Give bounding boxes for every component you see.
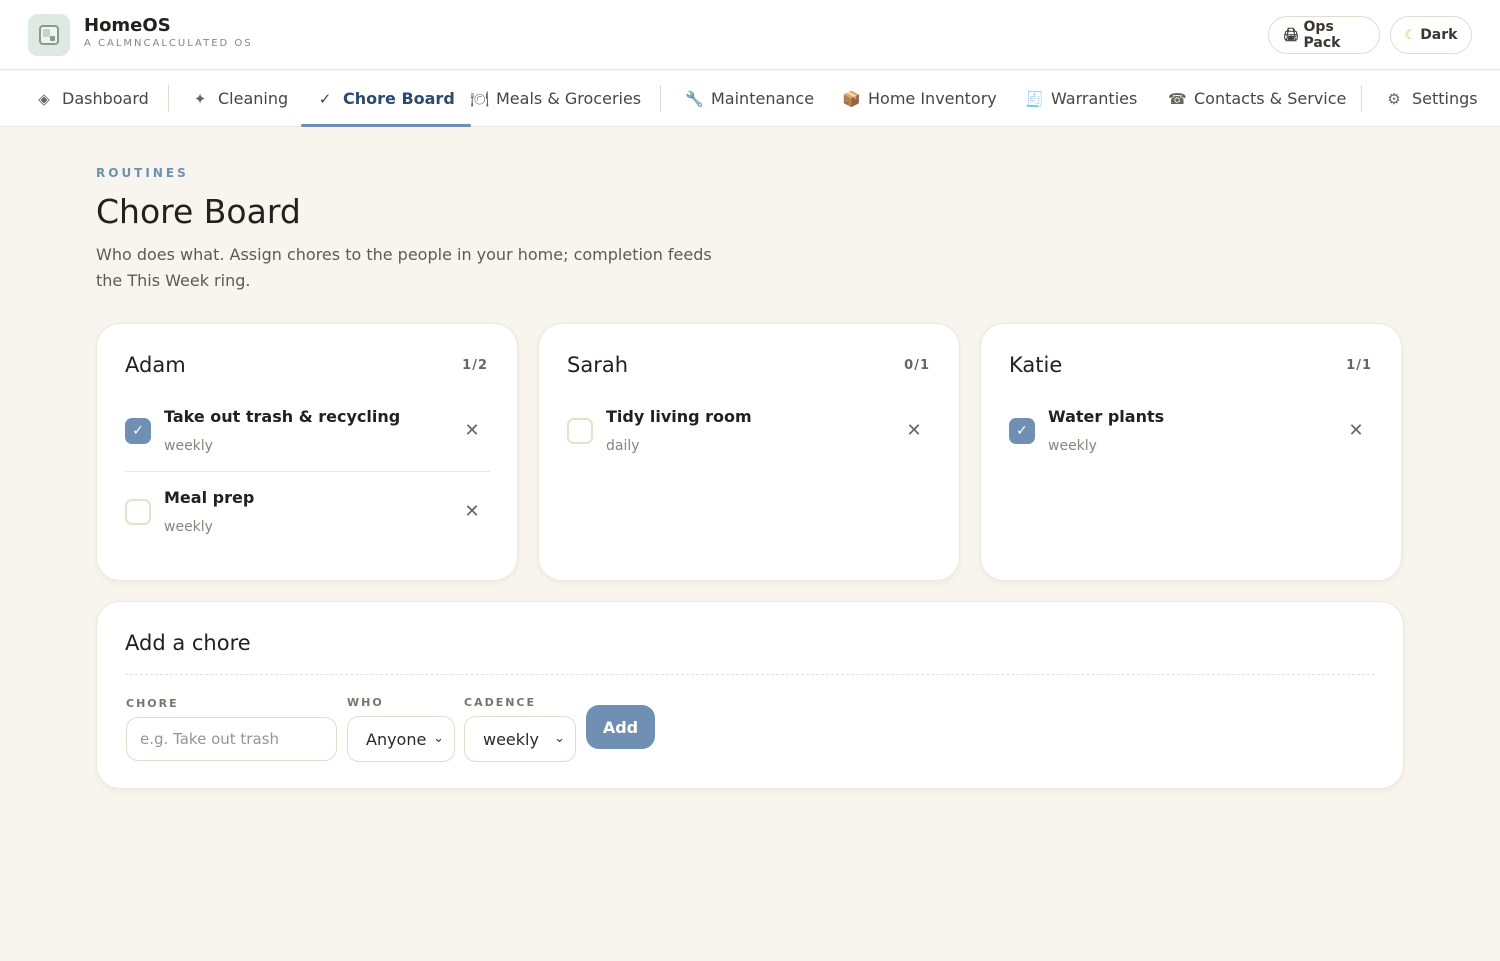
person-name: Adam xyxy=(125,353,186,377)
sparkle-icon: ✦ xyxy=(193,89,207,108)
chore-title: Water plants xyxy=(1048,407,1165,426)
cadence-select[interactable]: weekly ⌄ xyxy=(464,716,576,762)
chore-cadence: daily xyxy=(606,438,640,454)
dark-mode-button[interactable]: ☾ Dark xyxy=(1390,16,1472,54)
tab-dashboard[interactable]: ◈ Dashboard xyxy=(20,71,165,126)
diamond-icon: ◈ xyxy=(38,89,50,108)
chore-title: Take out trash & recycling xyxy=(164,407,401,426)
checkmark-icon: ✓ xyxy=(1016,423,1028,439)
home-os-logo-icon xyxy=(39,25,59,45)
ops-pack-button[interactable]: 🖨 Ops Pack xyxy=(1268,16,1380,54)
chevron-down-icon: ⌄ xyxy=(433,731,444,746)
gear-icon: ⚙ xyxy=(1387,89,1401,108)
completion-count: 1/2 xyxy=(462,358,488,373)
box-icon: 📦 xyxy=(842,89,861,108)
chevron-down-icon: ⌄ xyxy=(554,731,565,746)
chore-checkbox[interactable] xyxy=(125,499,151,525)
tab-label: Warranties xyxy=(1051,89,1138,108)
close-icon: ✕ xyxy=(464,501,480,522)
chore-cadence: weekly xyxy=(164,438,213,454)
main-nav: ◈ Dashboard ✦ Cleaning ✓ Chore Board 🍽 M… xyxy=(0,71,1500,127)
nav-divider xyxy=(1361,85,1362,112)
chore-cadence: weekly xyxy=(1048,438,1097,454)
divider xyxy=(125,674,1375,675)
who-field-label: WHO xyxy=(347,696,384,709)
close-icon: ✕ xyxy=(464,420,480,441)
close-icon: ✕ xyxy=(906,420,922,441)
section-eyebrow: ROUTINES xyxy=(96,166,189,180)
tab-contacts-service[interactable]: ☎ Contacts & Service xyxy=(1152,71,1362,126)
tab-maintenance[interactable]: 🔧 Maintenance xyxy=(669,71,830,126)
tab-label: Chore Board xyxy=(343,89,455,108)
ops-pack-label: Ops Pack xyxy=(1303,19,1341,51)
phone-icon: ☎ xyxy=(1168,89,1187,108)
chore-checkbox[interactable]: ✓ xyxy=(125,418,151,444)
chore-checkbox[interactable] xyxy=(567,418,593,444)
nav-divider xyxy=(660,85,661,112)
person-name: Sarah xyxy=(567,353,629,377)
nav-divider xyxy=(168,85,169,112)
chore-input[interactable] xyxy=(126,717,337,761)
chore-title: Meal prep xyxy=(164,488,255,507)
chore-item: ✓ Take out trash & recycling weekly ✕ xyxy=(125,391,490,472)
chore-checkbox[interactable]: ✓ xyxy=(1009,418,1035,444)
checkmark-icon: ✓ xyxy=(132,423,144,439)
dark-mode-label: Dark xyxy=(1420,27,1458,43)
cadence-field-label: CADENCE xyxy=(464,696,537,709)
chore-cadence: weekly xyxy=(164,519,213,535)
who-select[interactable]: Anyone ⌄ xyxy=(347,716,455,762)
moon-icon: ☾ xyxy=(1404,27,1417,43)
person-card-adam: Adam 1/2 ✓ Take out trash & recycling we… xyxy=(96,323,518,581)
person-name: Katie xyxy=(1009,353,1063,377)
tab-label: Maintenance xyxy=(711,89,815,108)
tab-label: Settings xyxy=(1412,89,1478,108)
person-card-katie: Katie 1/1 ✓ Water plants weekly ✕ xyxy=(980,323,1402,581)
completion-count: 0/1 xyxy=(904,358,930,373)
page-title: Chore Board xyxy=(96,192,301,231)
printer-icon: 🖨 xyxy=(1283,27,1300,43)
chore-item: ✓ Water plants weekly ✕ xyxy=(1009,391,1374,472)
tab-label: Dashboard xyxy=(62,89,149,108)
receipt-icon: 🧾 xyxy=(1025,89,1044,108)
remove-chore-button[interactable]: ✕ xyxy=(1346,421,1366,441)
remove-chore-button[interactable]: ✕ xyxy=(462,421,482,441)
tab-label: Cleaning xyxy=(218,89,289,108)
tab-label: Contacts & Service xyxy=(1194,89,1347,108)
plate-icon: 🍽 xyxy=(470,89,490,108)
tab-chore-board[interactable]: ✓ Chore Board xyxy=(301,71,471,127)
chore-title: Tidy living room xyxy=(606,407,752,426)
tab-label: Home Inventory xyxy=(868,89,997,108)
tab-meals-groceries[interactable]: 🍽 Meals & Groceries xyxy=(454,71,657,126)
add-chore-button[interactable]: Add xyxy=(586,705,655,749)
person-card-sarah: Sarah 0/1 Tidy living room daily ✕ xyxy=(538,323,960,581)
checkmark-icon: ✓ xyxy=(318,89,332,108)
chore-item: Meal prep weekly ✕ xyxy=(125,472,490,553)
page-description: Who does what. Assign chores to the peop… xyxy=(96,245,712,290)
cadence-select-value: weekly xyxy=(483,729,539,749)
app-name: HomeOS xyxy=(84,15,171,36)
close-icon: ✕ xyxy=(1348,420,1364,441)
tab-cleaning[interactable]: ✦ Cleaning xyxy=(176,71,304,126)
wrench-icon: 🔧 xyxy=(685,89,704,108)
top-bar: HomeOS A CALMNCALCULATED OS 🖨 Ops Pack ☾… xyxy=(0,0,1500,70)
app-tagline: A CALMNCALCULATED OS xyxy=(84,38,253,49)
remove-chore-button[interactable]: ✕ xyxy=(462,502,482,522)
tab-label: Meals & Groceries xyxy=(496,89,642,108)
app-logo[interactable] xyxy=(28,14,70,56)
tab-warranties[interactable]: 🧾 Warranties xyxy=(1009,71,1153,126)
chore-field-label: CHORE xyxy=(126,697,179,710)
add-chore-title: Add a chore xyxy=(125,631,251,655)
completion-count: 1/1 xyxy=(1346,358,1372,373)
tab-settings[interactable]: ⚙ Settings xyxy=(1370,71,1494,126)
add-chore-card: Add a chore CHORE WHO Anyone ⌄ CADENCE w… xyxy=(96,601,1404,789)
remove-chore-button[interactable]: ✕ xyxy=(904,421,924,441)
tab-home-inventory[interactable]: 📦 Home Inventory xyxy=(826,71,1013,126)
chore-item: Tidy living room daily ✕ xyxy=(567,391,932,472)
who-select-value: Anyone xyxy=(366,729,427,749)
